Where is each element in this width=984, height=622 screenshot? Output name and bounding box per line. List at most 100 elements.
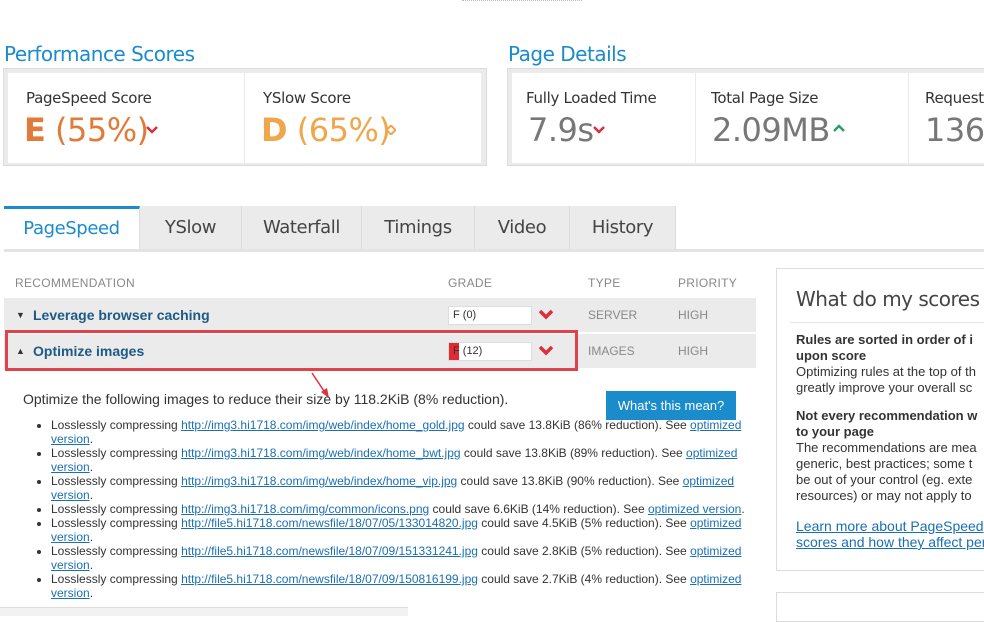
sidebar-title: What do my scores — [796, 287, 980, 311]
yslow-grade: D — [261, 111, 288, 149]
caret-down-icon: ▼ — [16, 310, 25, 320]
pagespeed-score-label: PageSpeed Score — [26, 89, 152, 107]
pagespeed-score-value: E (55%) — [24, 111, 149, 149]
page-details-title: Page Details — [508, 42, 627, 66]
header-recommendation: RECOMMENDATION — [15, 276, 135, 290]
savings-text: could save 6.6KiB (14% reduction). See — [429, 502, 648, 516]
sidebar-inner: What do my scores Rules are sorted in or… — [782, 274, 984, 564]
whats-this-mean-button[interactable]: What's this mean? — [606, 391, 736, 420]
tab-waterfall[interactable]: Waterfall — [242, 206, 362, 250]
tab-pagespeed[interactable]: PageSpeed — [4, 206, 140, 250]
requests-label: Requests — [925, 89, 984, 107]
tab-bar-underline — [4, 249, 984, 252]
compress-text: Losslessly compressing — [51, 516, 182, 530]
chevron-down-icon — [146, 126, 158, 134]
image-url-link[interactable]: http://file5.hi1718.com/newsfile/18/07/0… — [181, 572, 478, 586]
period-text: . — [89, 586, 94, 600]
cropped-top-text — [462, 0, 592, 2]
pagespeed-score-box: PageSpeed Score E (55%) — [8, 73, 244, 163]
image-url-link[interactable]: http://img3.hi1718.com/img/web/index/hom… — [181, 418, 465, 432]
savings-text: could save 13.8KiB (90% reduction). See — [457, 474, 683, 488]
type-text: IMAGES — [588, 344, 635, 358]
sidebar-bold-1b: upon score — [796, 348, 867, 363]
total-size-label: Total Page Size — [711, 89, 819, 107]
image-url-link[interactable]: http://file5.hi1718.com/newsfile/18/07/0… — [181, 544, 478, 558]
pagespeed-percent: (55%) — [55, 111, 149, 149]
image-list-item: Losslessly compressing http://img3.hi171… — [51, 446, 755, 474]
image-list: Losslessly compressing http://img3.hi171… — [32, 418, 755, 600]
fully-loaded-label: Fully Loaded Time — [526, 89, 657, 107]
tab-video[interactable]: Video — [475, 206, 570, 250]
sidebar-text-2c: be out of your control (eg. exte — [796, 472, 973, 487]
image-list-item: Losslessly compressing http://img3.hi171… — [51, 418, 755, 446]
image-list-item: Losslessly compressing http://file5.hi17… — [51, 572, 755, 600]
tab-history[interactable]: History — [570, 206, 676, 250]
image-url-link[interactable]: http://file5.hi1718.com/newsfile/18/07/0… — [181, 516, 478, 530]
yslow-score-value: D (65%) — [261, 111, 391, 149]
yslow-score-box: YSlow Score D (65%) — [245, 73, 481, 163]
image-list-item: Losslessly compressing http://img3.hi171… — [51, 474, 755, 502]
performance-scores-title: Performance Scores — [4, 42, 195, 66]
sidebar-text-1b: greatly improve your overall sc — [796, 380, 973, 395]
grade-text: F (0) — [453, 309, 477, 321]
image-url-link[interactable]: http://img3.hi1718.com/img/web/index/hom… — [181, 474, 457, 488]
type-text: SERVER — [588, 308, 638, 322]
recommendation-name[interactable]: Leverage browser caching — [33, 307, 210, 323]
chevron-down-icon[interactable] — [537, 305, 555, 323]
savings-text: could save 13.8KiB (86% reduction). See — [464, 418, 691, 432]
compress-text: Losslessly compressing — [51, 446, 182, 460]
sidebar-text-1: Optimizing rules at the top of th — [796, 364, 976, 379]
sidebar-link-1[interactable]: Learn more about PageSpeed — [796, 518, 984, 534]
tab-yslow[interactable]: YSlow — [140, 206, 242, 250]
optimized-version-link[interactable]: optimized version — [648, 502, 741, 516]
grade-box: F (0) — [448, 306, 532, 325]
image-url-link[interactable]: http://img3.hi1718.com/img/web/index/hom… — [181, 446, 461, 460]
period-text: . — [89, 460, 94, 474]
total-size-box: Total Page Size 2.09MB — [696, 73, 908, 163]
compress-text: Losslessly compressing — [51, 502, 182, 516]
priority-text: HIGH — [678, 344, 708, 358]
requests-value: 136 — [925, 111, 984, 149]
header-grade: GRADE — [448, 276, 493, 290]
tab-timings[interactable]: Timings — [362, 206, 475, 250]
chevron-down-icon — [593, 126, 605, 134]
period-text: . — [89, 488, 94, 502]
table-row[interactable]: ▼ Leverage browser caching F (0) SERVER … — [4, 298, 756, 332]
detail-intro: Optimize the following images to reduce … — [23, 391, 509, 407]
fully-loaded-box: Fully Loaded Time 7.9s — [512, 73, 695, 163]
sidebar-text-2a: The recommendations are mea — [796, 440, 977, 455]
image-list-item: Losslessly compressing http://file5.hi17… — [51, 516, 755, 544]
image-url-link[interactable]: http://img3.hi1718.com/img/common/icons.… — [181, 502, 429, 516]
yslow-percent: (65%) — [296, 111, 391, 149]
sidebar-bold-2: Not every recommendation w — [796, 408, 978, 423]
savings-text: could save 4.5KiB (5% reduction). See — [477, 516, 691, 530]
image-list-item: Losslessly compressing http://file5.hi17… — [51, 544, 755, 572]
savings-text: could save 13.8KiB (89% reduction). See — [460, 446, 687, 460]
page-details-panel: Fully Loaded Time 7.9s Total Page Size 2… — [507, 68, 984, 166]
period-text: . — [89, 432, 94, 446]
savings-text: could save 2.7KiB (4% reduction). See — [477, 572, 691, 586]
header-priority: PRIORITY — [678, 276, 738, 290]
compress-text: Losslessly compressing — [51, 544, 182, 558]
sidebar-link-2[interactable]: scores and how they affect per — [796, 534, 984, 550]
compress-text: Losslessly compressing — [51, 474, 182, 488]
compress-text: Losslessly compressing — [51, 572, 182, 586]
sidebar-text-2b: generic, best practices; some t — [796, 456, 973, 471]
performance-scores-panel: PageSpeed Score E (55%) YSlow Score D (6… — [3, 68, 487, 166]
sidebar-rule — [790, 322, 984, 323]
savings-text: could save 2.8KiB (5% reduction). See — [477, 544, 691, 558]
requests-box: Requests 136 — [909, 73, 984, 163]
sidebar-bold-2b: to your page — [796, 424, 875, 439]
priority-text: HIGH — [678, 308, 708, 322]
yslow-score-label: YSlow Score — [263, 89, 351, 107]
period-text: . — [89, 558, 94, 572]
sidebar-text-2d: resources) or may not apply to — [796, 488, 972, 503]
sidebar-panel: What do my scores Rules are sorted in or… — [776, 268, 984, 571]
sidebar-text-block: Rules are sorted in order of i upon scor… — [796, 332, 984, 550]
total-size-value: 2.09MB — [712, 111, 830, 149]
sidebar-panel-2 — [776, 592, 984, 622]
compress-text: Losslessly compressing — [51, 418, 182, 432]
header-type: TYPE — [588, 276, 621, 290]
period-text: . — [89, 530, 94, 544]
highlight-box — [5, 330, 578, 371]
